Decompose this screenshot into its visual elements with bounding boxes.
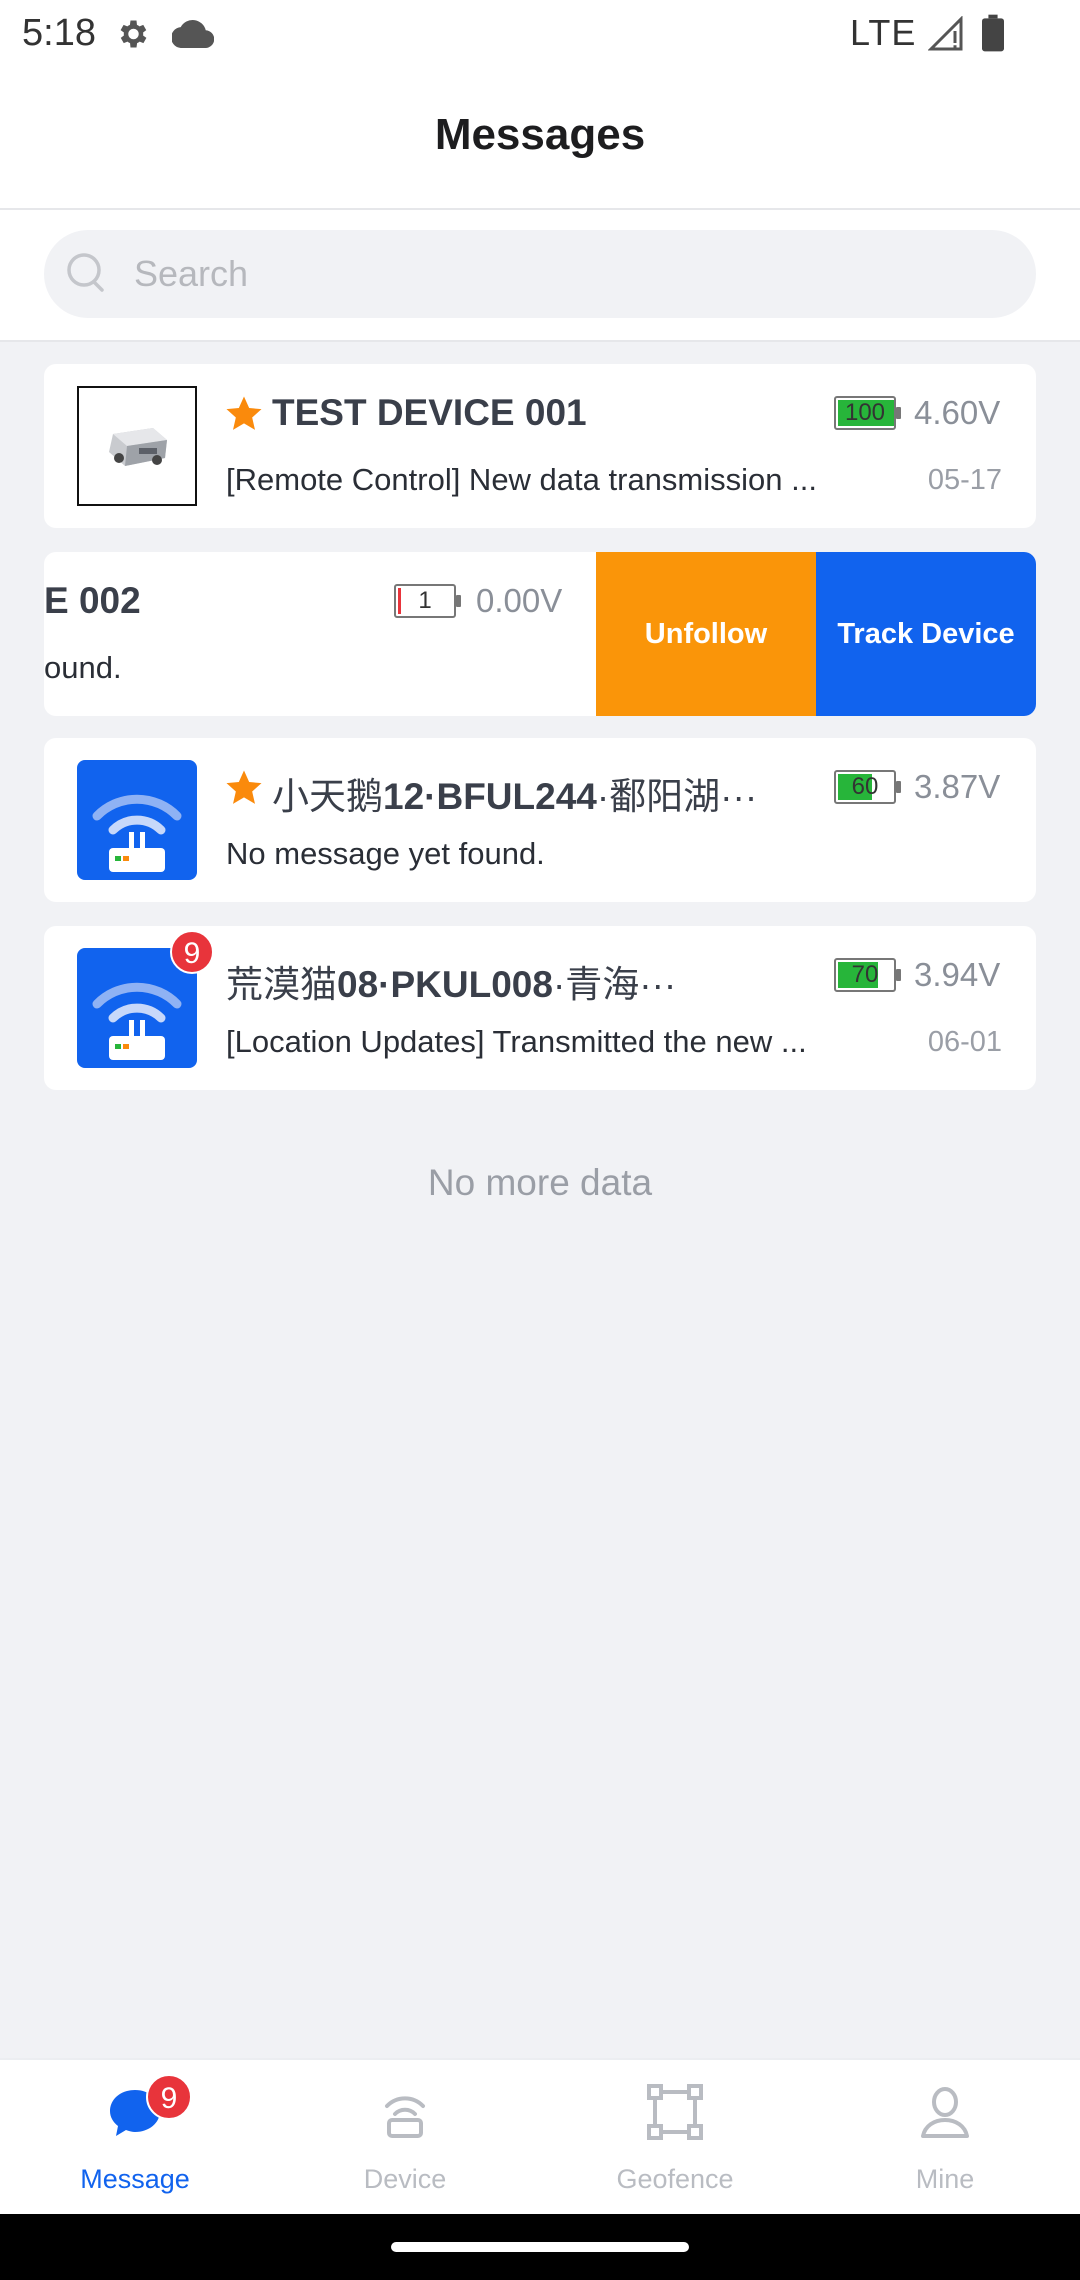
unread-badge: 9: [170, 930, 214, 974]
device-message-item-swiped[interactable]: E 002 1 0.00V ound. Unfollow Track Devic…: [44, 552, 1036, 716]
unfollow-button[interactable]: Unfollow: [596, 552, 816, 716]
battery-indicator: 1: [394, 584, 462, 618]
tab-label: Mine: [915, 2164, 975, 2194]
device-title: 小天鹅12·BFUL244·鄱阳湖···: [272, 776, 758, 817]
device-message-item[interactable]: TEST DEVICE 001 100 4.60V [Remote Contro…: [44, 364, 1036, 528]
tab-label: Device: [363, 2164, 447, 2194]
device-title: 荒漠猫08·PKUL008·青海···: [226, 964, 677, 1005]
battery-level-label: 60: [851, 773, 879, 800]
tab-message[interactable]: 9 Message: [0, 2060, 270, 2216]
page-title: Messages: [434, 110, 646, 159]
message-date: 06-01: [927, 1026, 1002, 1058]
system-nav-bar: [0, 2214, 1080, 2280]
device-title: TEST DEVICE 001: [272, 392, 587, 433]
cloud-icon: [172, 19, 214, 48]
signal-icon: [928, 16, 963, 51]
device-title: E 002: [44, 580, 141, 621]
tab-label: Geofence: [616, 2164, 734, 2194]
voltage-label: 3.87V: [914, 768, 1001, 805]
voltage-label: 0.00V: [476, 582, 563, 619]
device-photo-icon: [109, 428, 167, 466]
voltage-label: 4.60V: [914, 394, 1001, 431]
last-message: [Location Updates] Transmitted the new .…: [226, 1024, 807, 1059]
battery-indicator: 60: [834, 770, 902, 804]
search-box[interactable]: [44, 230, 1036, 318]
device-thumbnail: [77, 386, 197, 506]
network-label: LTE: [850, 12, 917, 53]
search-input[interactable]: [134, 230, 994, 318]
tab-geofence[interactable]: Geofence: [540, 2060, 810, 2216]
wifi-router-icon: [77, 760, 197, 880]
voltage-label: 3.94V: [914, 956, 1001, 993]
user-icon: [921, 2087, 969, 2138]
message-date: 05-17: [927, 464, 1002, 496]
battery-icon: [982, 14, 1004, 52]
last-message: [Remote Control] New data transmission .…: [226, 462, 817, 497]
gear-icon: [120, 20, 147, 48]
device-icon: [385, 2096, 425, 2138]
search-icon: [67, 253, 104, 292]
tab-mine[interactable]: Mine: [810, 2060, 1080, 2216]
star-icon: [226, 396, 262, 430]
battery-indicator: 100: [834, 396, 902, 430]
header: Messages: [0, 66, 1080, 210]
search-bar: [0, 210, 1080, 342]
device-message-item[interactable]: 9 荒漠猫08·PKUL008·青海··· 70 3.94V [Location…: [44, 926, 1036, 1090]
geofence-icon: [647, 2084, 703, 2140]
battery-level-label: 70: [851, 961, 879, 988]
tab-badge: 9: [146, 2074, 192, 2120]
tab-label: Message: [80, 2164, 190, 2194]
star-icon: [226, 770, 262, 804]
status-time: 5:18: [22, 12, 96, 54]
status-bar: 5:18 LTE: [0, 0, 1080, 66]
tab-device[interactable]: Device: [270, 2060, 540, 2216]
battery-level-label: 100: [844, 399, 886, 426]
last-message: No message yet found.: [226, 836, 545, 871]
track-device-button[interactable]: Track Device: [816, 552, 1036, 716]
device-message-item[interactable]: 小天鹅12·BFUL244·鄱阳湖··· 60 3.87V No message…: [44, 738, 1036, 902]
battery-level-label: 1: [418, 587, 432, 614]
bottom-tab-bar: 9 Message Device Geofence Mine: [0, 2058, 1080, 2214]
battery-indicator: 70: [834, 958, 902, 992]
home-handle[interactable]: [391, 2242, 689, 2252]
last-message: ound.: [44, 650, 122, 685]
list-end-text: No more data: [427, 1162, 653, 1203]
